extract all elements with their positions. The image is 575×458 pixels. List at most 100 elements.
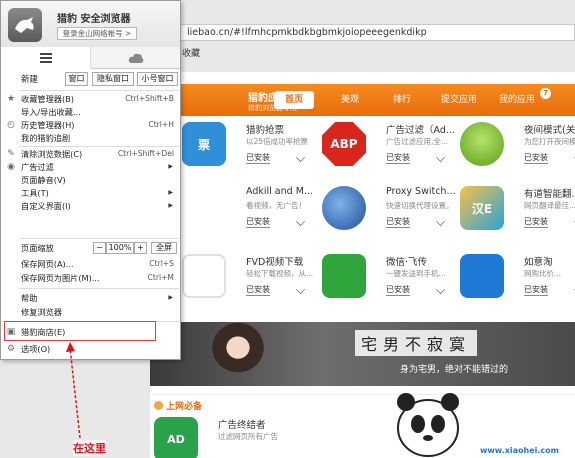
app-status: 已安装 — [524, 217, 548, 228]
browser-main-menu: 猎豹 安全浏览器 登录金山网络帐号 > 新建 窗口 隐私窗口 小号窗口 ★ 收藏… — [0, 0, 181, 360]
zoom-level: 100% — [106, 242, 134, 254]
app-desc: 网页翻译最佳... — [524, 201, 575, 210]
chevron-down-icon[interactable] — [296, 153, 305, 162]
store-header: 猎豹应用市场 猎豹浏览器专用 首页 美观 排行 提交应用 我的应用 7 — [150, 84, 575, 116]
app-card[interactable]: 夜间模式(关... 为您打开夜间模... 已安装 — [456, 118, 575, 174]
app-name: 广告过滤（Ad... — [386, 125, 455, 136]
menu-item-history[interactable]: ◴ 历史管理器(H) Ctrl+H — [1, 119, 180, 132]
app-name: 猎豹抢票 — [246, 125, 285, 136]
menu-item-label: 历史管理器(H) — [21, 120, 75, 130]
menu-item-tools[interactable]: 工具(T) ▶ — [1, 187, 180, 200]
ticket-app-icon: 票 — [182, 122, 226, 166]
zoom-label: 页面缩放 — [21, 243, 54, 253]
menu-item-save-page[interactable]: 保存网页(A)... Ctrl+S — [1, 258, 180, 271]
promo-banner[interactable]: 宅男不寂寞 身为宅男，绝对不能错过的 — [150, 322, 575, 386]
menu-item-import-export[interactable]: 导入/导出收藏... — [1, 106, 180, 119]
submenu-arrow-icon: ▶ — [168, 163, 173, 170]
paper-plane-icon — [322, 254, 366, 298]
chevron-down-icon[interactable] — [296, 285, 305, 294]
app-status: 已安装 — [246, 153, 270, 164]
history-icon: ◴ — [7, 120, 15, 130]
tab-beauty[interactable]: 美观 — [330, 91, 370, 109]
adkill-icon — [182, 186, 226, 230]
light-bulb-icon — [460, 122, 504, 166]
app-card[interactable]: FVD视频下载 轻松下载视频，从... 已安装 — [178, 250, 318, 306]
menu-separator — [19, 238, 179, 239]
zoom-row: 页面缩放 − 100% + 全屏 — [1, 240, 180, 256]
app-desc: 快速切换代理设置。 — [386, 201, 454, 210]
menu-item-label: 修复浏览器 — [21, 307, 62, 317]
app-card[interactable]: Adkill and M... 看视频，无广告！ 已安装 — [178, 182, 318, 238]
new-label: 新建 — [21, 75, 39, 85]
app-card[interactable]: ABP 广告过滤（Ad... 广告过滤应用,全... 已安装 — [318, 118, 458, 174]
annotation-arrow-icon — [66, 342, 81, 439]
app-desc: 为您打开夜间模... — [524, 137, 575, 146]
fullscreen-button[interactable]: 全屏 — [151, 242, 177, 254]
menu-item-ad-filter[interactable]: ◉ 广告过滤 ▶ — [1, 161, 180, 174]
menu-item-shortcut: Ctrl+H — [148, 120, 174, 129]
zoom-in-button[interactable]: + — [134, 242, 147, 254]
menu-item-label: 自定义界面(I) — [21, 201, 71, 211]
menu-item-bookmark-manager[interactable]: ★ 收藏管理器(B) Ctrl+Shift+B — [1, 93, 180, 106]
globe-icon — [322, 186, 366, 230]
login-button[interactable]: 登录金山网络帐号 > — [57, 27, 137, 40]
translate-icon: 汉E — [460, 186, 504, 230]
menu-item-shortcut: Ctrl+Shift+B — [125, 94, 174, 103]
tab-my-apps[interactable]: 我的应用 7 — [492, 88, 551, 109]
app-card[interactable]: 微信·飞传 一键发送到手机... 已安装 — [318, 250, 458, 306]
app-status: 已安装 — [386, 153, 410, 164]
app-name: 有道智能翻... — [524, 189, 575, 200]
menu-item-tv-shows[interactable]: 我的猎豹追剧 — [1, 132, 180, 145]
app-card[interactable]: 如意淘 网购比价... 已安装 — [456, 250, 575, 306]
address-text: liebao.cn/#!lfmhcpmkbdkbgbmkjoiopeeegenk… — [187, 27, 427, 38]
menu-item-customize-ui[interactable]: 自定义界面(I) ▶ — [1, 200, 180, 213]
chevron-down-icon[interactable] — [296, 217, 305, 226]
tab-submit-app[interactable]: 提交应用 — [434, 91, 484, 109]
cloud-icon — [128, 53, 143, 63]
new-private-window-button[interactable]: 隐私窗口 — [92, 72, 134, 86]
new-window-button[interactable]: 窗口 — [65, 72, 88, 86]
tab-home[interactable]: 首页 — [274, 91, 314, 109]
cloud-sync-tab[interactable] — [91, 47, 180, 69]
app-status: 已安装 — [386, 285, 410, 296]
video-download-icon — [182, 254, 226, 298]
menu-item-options[interactable]: ⚙ 选项(O) — [1, 343, 180, 356]
app-name: Proxy Switch... — [386, 186, 456, 197]
menu-item-label: 导入/导出收藏... — [21, 107, 81, 117]
highlight-box — [4, 321, 156, 341]
chevron-down-icon[interactable] — [436, 217, 445, 226]
app-card[interactable]: Proxy Switch... 快速切换代理设置。 已安装 — [318, 182, 458, 238]
menu-item-label: 选项(O) — [21, 344, 51, 354]
menu-item-mute-page[interactable]: 页面静音(V) — [1, 174, 180, 187]
menu-item-repair-browser[interactable]: 修复浏览器 — [1, 306, 180, 319]
menu-separator — [19, 90, 179, 91]
filter-icon: ◉ — [7, 162, 15, 172]
zoom-out-button[interactable]: − — [93, 242, 106, 254]
favorites-fragment[interactable]: 收藏 — [182, 46, 200, 59]
chevron-down-icon[interactable] — [436, 285, 445, 294]
app-card[interactable]: 票 猎豹抢票 以25倍成功率抢票 已安装 — [178, 118, 318, 174]
app-card[interactable]: 汉E 有道智能翻... 网页翻译最佳... 已安装 — [456, 182, 575, 238]
menu-item-label: 我的猎豹追剧 — [21, 133, 71, 143]
menu-item-help[interactable]: 帮助 ▶ — [1, 292, 180, 305]
app-name: 夜间模式(关... — [524, 125, 575, 136]
menu-item-label: 清除浏览数据(C) — [21, 149, 83, 159]
app-name: 微信·飞传 — [386, 257, 428, 268]
menu-list-tab[interactable] — [1, 47, 91, 69]
chevron-down-icon[interactable] — [436, 153, 445, 162]
submenu-arrow-icon: ▶ — [168, 189, 173, 196]
menu-item-shortcut: Ctrl+Shift+Del — [117, 149, 174, 158]
submenu-arrow-icon: ▶ — [168, 294, 173, 301]
tab-ranking[interactable]: 排行 — [382, 91, 422, 109]
menu-item-clear-data[interactable]: ✎ 清除浏览数据(C) Ctrl+Shift+Del — [1, 148, 180, 161]
menu-item-save-as-image[interactable]: 保存网页为图片(M)... Ctrl+M — [1, 272, 180, 285]
menu-separator — [19, 288, 179, 289]
app-card[interactable]: AD 广告终结者 过滤网页所有广告 — [150, 413, 290, 458]
banner-tagline: 身为宅男，绝对不能错过的 — [400, 365, 509, 375]
address-bar[interactable]: liebao.cn/#!lfmhcpmkbdkbgbmkjoiopeeegenk… — [180, 24, 575, 41]
banner-headline: 宅男不寂寞 — [355, 330, 478, 356]
new-alt-account-window-button[interactable]: 小号窗口 — [137, 72, 178, 86]
menu-tabs — [1, 47, 180, 69]
menu-separator — [19, 146, 179, 147]
tab-my-apps-label: 我的应用 — [498, 95, 535, 105]
